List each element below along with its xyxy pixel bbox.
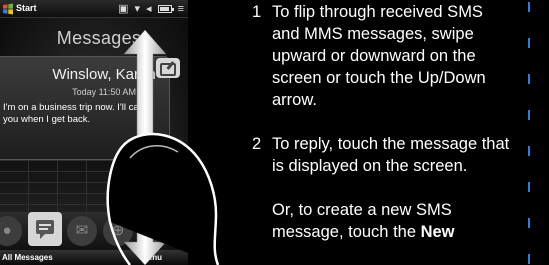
finger-illustration	[106, 132, 220, 265]
windows-flag-icon[interactable]	[2, 3, 14, 15]
step-number: 2	[252, 135, 262, 153]
connection-icon: ≡	[177, 3, 184, 15]
step-text: To reply, touch the message that is disp…	[272, 135, 510, 175]
margin-dash	[528, 218, 530, 228]
margin-dash	[528, 38, 530, 48]
margin-dash	[528, 182, 530, 192]
margin-dash	[528, 146, 530, 156]
tab-messaging[interactable]	[28, 212, 62, 246]
hsdpa-icon: ▣	[118, 3, 129, 15]
margin-dash	[528, 110, 530, 120]
volume-icon: ◂	[146, 3, 152, 15]
mail-icon: ✉	[75, 222, 89, 239]
new-keyword: New	[420, 223, 455, 241]
tab-people[interactable]: ●	[0, 216, 22, 246]
margin-dash	[528, 2, 530, 12]
tab-mail[interactable]: ✉	[67, 216, 97, 246]
status-icons: ▣ ▾ ◂ ≡	[118, 2, 184, 16]
messaging-icon	[36, 220, 54, 239]
margin-dash	[528, 254, 530, 264]
battery-icon	[157, 5, 174, 13]
step-number: 1	[252, 3, 262, 21]
status-bar: Start ▣ ▾ ◂ ≡	[0, 0, 188, 18]
all-messages-softkey[interactable]: All Messages	[2, 253, 53, 262]
margin-dash	[528, 74, 530, 84]
step-text: To flip through received SMS and MMS mes…	[272, 3, 486, 109]
start-label[interactable]: Start	[16, 3, 37, 13]
people-icon: ●	[2, 222, 12, 239]
signal-icon: ▾	[134, 3, 141, 15]
alt-step-text: Or, to create a new SMS message, touch t…	[272, 199, 512, 243]
